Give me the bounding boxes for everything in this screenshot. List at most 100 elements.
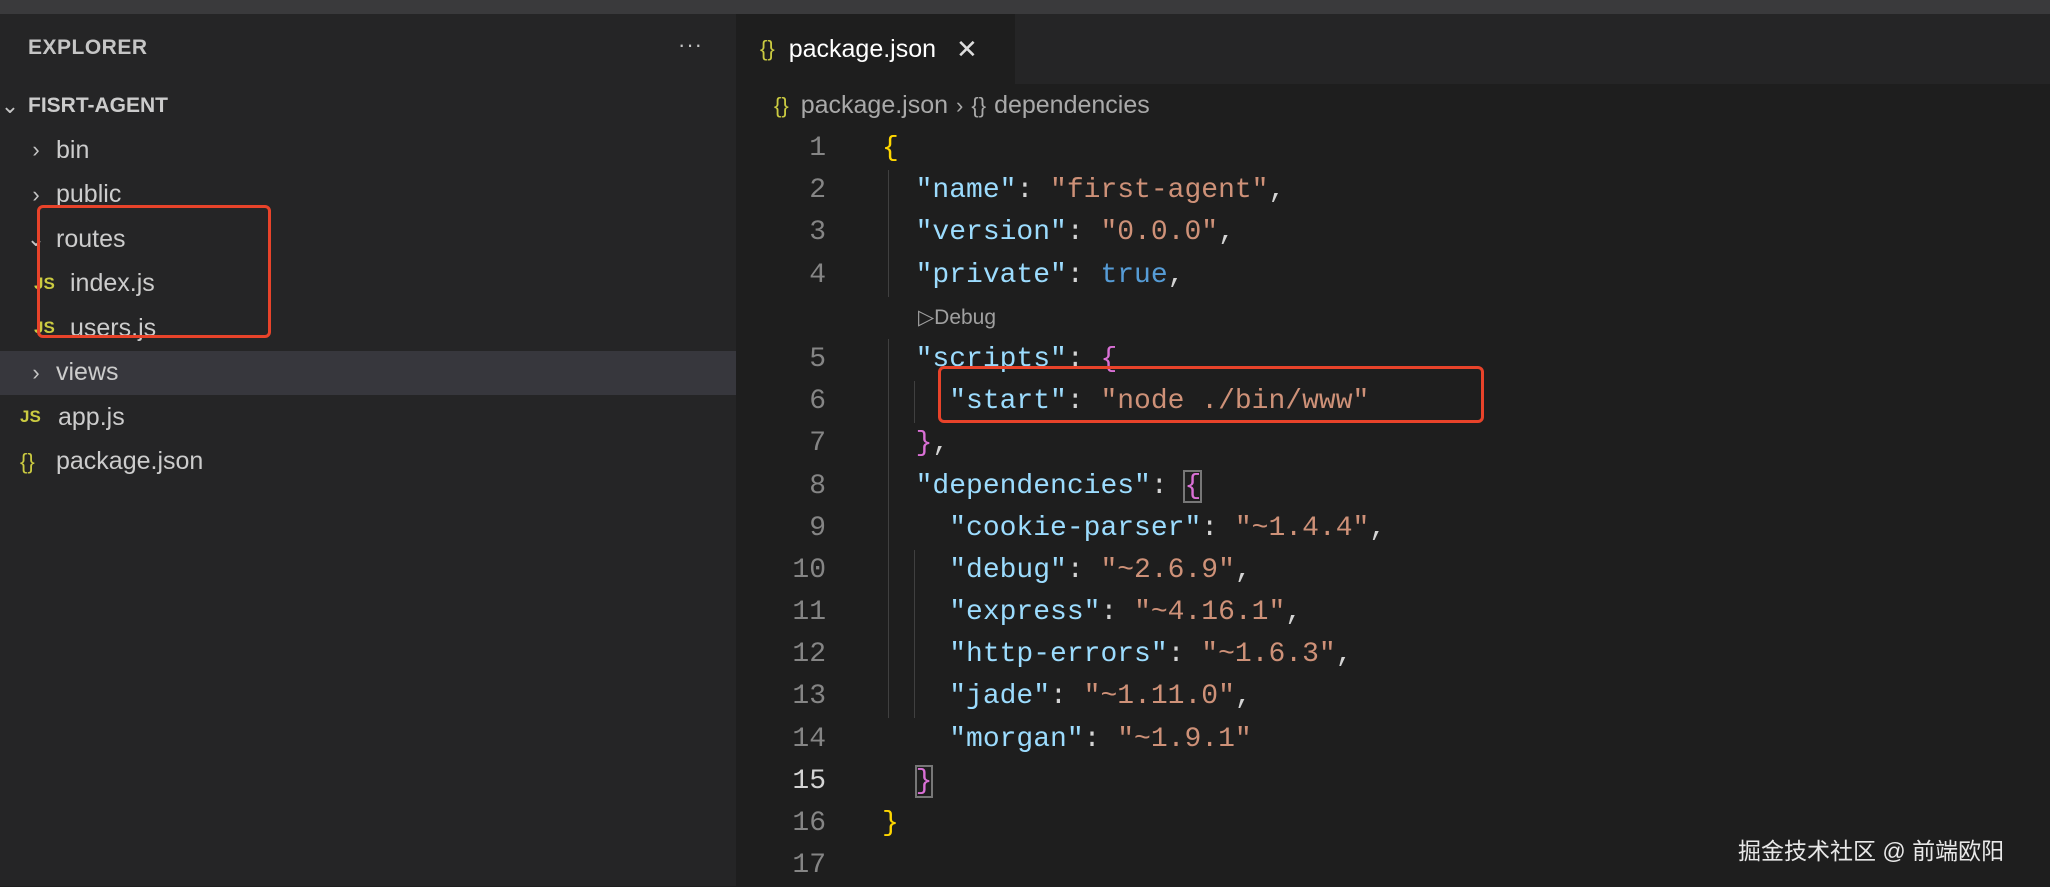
code-text: }, — [882, 423, 949, 465]
line-number: 7 — [736, 423, 826, 465]
chevron-right-icon: › — [956, 93, 963, 119]
code-token: "http-errors" — [949, 639, 1167, 670]
code-token: "dependencies" — [916, 471, 1151, 502]
code-token: , — [1268, 175, 1285, 206]
workspace-root-label: FISRT-AGENT — [28, 94, 168, 118]
code-token: "~2.6.9" — [1100, 555, 1234, 586]
code-token: : — [1067, 260, 1101, 291]
js-file-icon: JS — [20, 407, 48, 427]
annotation-box-start-script — [938, 366, 1484, 423]
json-file-icon: {} — [760, 36, 775, 62]
code-token: "debug" — [949, 555, 1067, 586]
line-number: 12 — [736, 634, 826, 676]
tree-item-label: views — [56, 358, 119, 387]
code-line: 9 "cookie-parser": "~1.4.4", — [736, 508, 2050, 550]
code-token — [882, 766, 916, 797]
code-token: , — [1168, 260, 1185, 291]
code-text: "dependencies": { — [882, 466, 1201, 508]
code-token — [882, 513, 949, 544]
line-number: 1 — [736, 128, 826, 170]
line-number: 16 — [736, 803, 826, 845]
code-token — [882, 555, 949, 586]
close-icon[interactable]: ✕ — [956, 34, 978, 65]
code-token: , — [1369, 513, 1386, 544]
code-token: "~1.6.3" — [1201, 639, 1335, 670]
indent-guide — [914, 381, 915, 423]
line-number: 5 — [736, 339, 826, 381]
more-actions-icon[interactable]: ··· — [678, 32, 703, 58]
explorer-sidebar: EXPLORER ··· ⌄ FISRT-AGENT ›bin›public⌄r… — [0, 14, 736, 886]
code-line: 2 "name": "first-agent", — [736, 170, 2050, 212]
code-token: "~4.16.1" — [1134, 597, 1285, 628]
line-number: 4 — [736, 255, 826, 297]
code-token — [882, 639, 949, 670]
code-line: 15 } — [736, 761, 2050, 803]
breadcrumb-file[interactable]: package.json — [801, 91, 948, 120]
breadcrumb-symbol[interactable]: dependencies — [994, 91, 1150, 120]
tree-item[interactable]: › bin — [0, 128, 736, 172]
explorer-title: EXPLORER — [28, 36, 148, 60]
code-token: "0.0.0" — [1100, 217, 1218, 248]
chevron-right-icon: › — [26, 360, 46, 386]
line-number: 13 — [736, 676, 826, 718]
tree-item-label: bin — [56, 136, 89, 165]
tree-item[interactable]: {}package.json — [0, 440, 736, 484]
code-line: 1{ — [736, 128, 2050, 170]
code-token: : — [1168, 639, 1202, 670]
code-token: } — [916, 766, 933, 797]
tree-item[interactable]: JSapp.js — [0, 395, 736, 439]
workspace-root[interactable]: ⌄ FISRT-AGENT — [0, 84, 736, 128]
watermark: 掘金技术社区 @ 前端欧阳 — [1738, 832, 2004, 866]
line-number: 10 — [736, 550, 826, 592]
code-line: 8 "dependencies": { — [736, 466, 2050, 508]
line-number: 3 — [736, 212, 826, 254]
code-token: , — [1285, 597, 1302, 628]
tab-package-json[interactable]: {} package.json ✕ — [736, 14, 1015, 84]
code-line: 10 "debug": "~2.6.9", — [736, 550, 2050, 592]
annotation-box-routes — [37, 205, 271, 338]
code-text: } — [882, 803, 899, 845]
code-token: "~1.11.0" — [1084, 681, 1235, 712]
code-editor[interactable]: 1{2 "name": "first-agent",3 "version": "… — [736, 128, 2050, 887]
chevron-right-icon: › — [26, 137, 46, 163]
code-token: } — [882, 808, 899, 839]
tree-item-label: package.json — [56, 447, 203, 476]
chevron-right-icon: › — [26, 182, 46, 208]
indent-guide — [888, 170, 889, 297]
code-token: "jade" — [949, 681, 1050, 712]
chevron-down-icon: ⌄ — [0, 93, 20, 119]
indent-guide — [888, 339, 889, 508]
json-file-icon: {} — [774, 93, 789, 119]
line-number: 14 — [736, 719, 826, 761]
code-text: { — [882, 128, 899, 170]
line-number: 17 — [736, 845, 826, 887]
title-bar — [0, 0, 2050, 14]
code-line: 4 "private": true, — [736, 255, 2050, 297]
code-token: , — [1218, 217, 1235, 248]
line-number: 2 — [736, 170, 826, 212]
code-token: "version" — [916, 217, 1067, 248]
debug-codelens[interactable]: ▷Debug — [918, 297, 996, 339]
codelens: ▷Debug — [736, 297, 2050, 339]
code-token: : — [1067, 217, 1101, 248]
code-token: "~1.4.4" — [1235, 513, 1369, 544]
code-token: } — [916, 428, 933, 459]
code-token: "name" — [916, 175, 1017, 206]
line-number: 8 — [736, 466, 826, 508]
breadcrumb: {} package.json › {} dependencies — [774, 91, 1150, 120]
code-token: : — [1050, 681, 1084, 712]
line-number: 9 — [736, 508, 826, 550]
object-icon: {} — [971, 93, 986, 119]
tree-item[interactable]: › views — [0, 351, 736, 395]
code-token: , — [932, 428, 949, 459]
code-token: "morgan" — [949, 724, 1083, 755]
code-token: : — [1084, 724, 1118, 755]
code-line: 11 "express": "~4.16.1", — [736, 592, 2050, 634]
code-text: "jade": "~1.11.0", — [882, 676, 1252, 718]
code-token: { — [1184, 471, 1201, 502]
code-token — [882, 681, 949, 712]
code-token: true — [1100, 260, 1167, 291]
code-text: "version": "0.0.0", — [882, 212, 1235, 254]
json-file-icon: {} — [20, 449, 54, 475]
code-token — [882, 597, 949, 628]
